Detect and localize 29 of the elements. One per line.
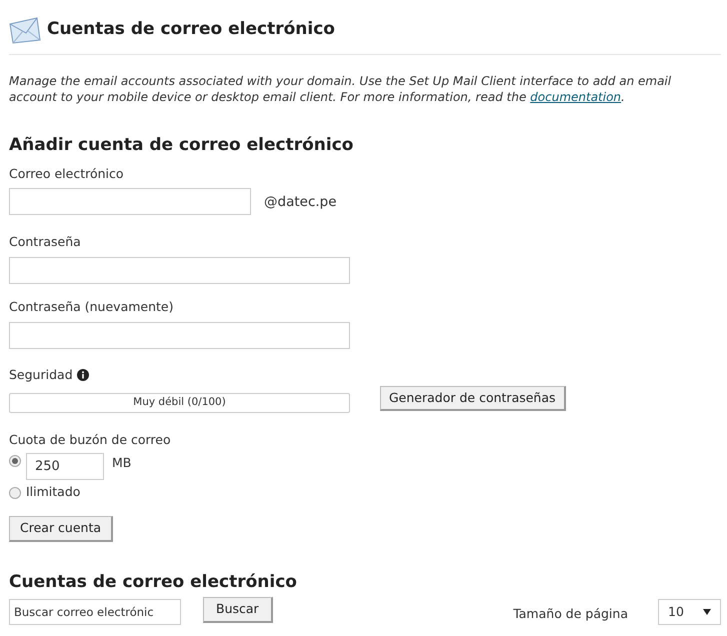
radio-button[interactable] (9, 486, 21, 499)
documentation-link[interactable]: documentation (530, 90, 622, 104)
create-account-button[interactable]: Crear cuenta (9, 516, 114, 542)
quota-field[interactable]: 250 (26, 453, 104, 480)
field-label: Correo electrónico (9, 164, 125, 182)
page-title: Cuentas de correo electrónico (47, 18, 335, 42)
page-size-label: Tamaño de página (513, 604, 628, 623)
option-label: Ilimitado (26, 483, 80, 502)
domain-label: @datec.pe (264, 192, 337, 212)
field-label: Seguridad (9, 366, 73, 384)
field-label: Contraseña (9, 233, 82, 252)
caret-icon (703, 609, 711, 616)
unit-label: MB (112, 454, 132, 472)
search-button[interactable]: Buscar (203, 597, 273, 624)
section-heading: Cuentas de correo electrónico (9, 570, 298, 594)
page-size-select[interactable]: 10 (658, 599, 721, 626)
password-generator-button[interactable]: Generador de contraseñas (380, 386, 566, 412)
strength-reading: Muy débil (0/100) (133, 394, 226, 410)
radio-button[interactable] (9, 455, 21, 468)
field-label: Contraseña (nuevamente) (9, 298, 174, 316)
search-field[interactable]: Buscar correo electrónic (9, 599, 181, 626)
description: Manage the email accounts associated with your domain. Use the Set Up Mail Client interface to add an email account to your mobile device or desktop email client. For more information, read the documentation. (9, 73, 672, 105)
info-icon (76, 369, 89, 382)
envelope-icon (9, 16, 41, 44)
password-field[interactable] (9, 257, 350, 284)
email-field[interactable] (9, 188, 251, 216)
field-label: Cuota de buzón de correo (9, 430, 172, 448)
password-field[interactable] (9, 322, 350, 349)
section-heading: Añadir cuenta de correo electrónico (9, 134, 354, 157)
